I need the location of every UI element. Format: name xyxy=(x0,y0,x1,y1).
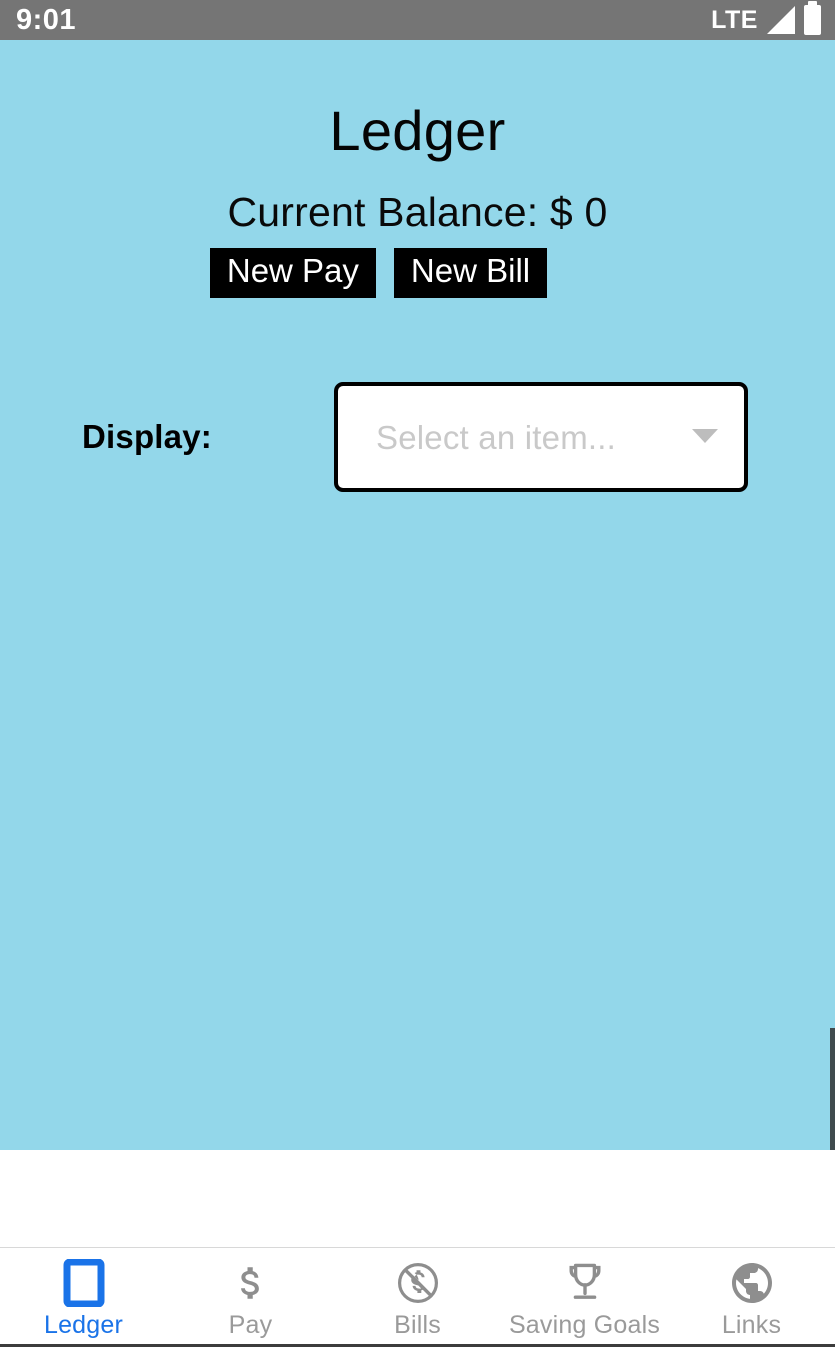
new-pay-button[interactable]: New Pay xyxy=(209,247,376,299)
nav-item-ledger[interactable]: Ledger xyxy=(0,1248,167,1344)
ledger-panel: Ledger Current Balance: $ 0 New Pay New … xyxy=(0,40,835,1150)
phone-screen: 9:01 LTE Ledger Current Balance: $ 0 New… xyxy=(0,0,835,1347)
nav-item-pay[interactable]: Pay xyxy=(167,1248,334,1344)
chevron-down-icon xyxy=(692,429,718,444)
display-select-placeholder: Select an item... xyxy=(376,418,617,456)
nav-item-links[interactable]: Links xyxy=(668,1248,835,1344)
status-bar-indicators: LTE xyxy=(711,1,821,35)
nav-label-pay: Pay xyxy=(228,1310,273,1339)
bottom-navigation-bar: Ledger Pay Bills Saving Goals Links xyxy=(0,1247,835,1347)
display-label: Display: xyxy=(82,418,212,456)
globe-icon xyxy=(728,1259,776,1307)
display-selector-row: Display: Select an item... xyxy=(0,382,835,493)
book-outline-icon xyxy=(63,1258,105,1307)
nav-label-saving-goals: Saving Goals xyxy=(508,1310,661,1339)
nav-label-links: Links xyxy=(721,1310,782,1339)
nav-label-ledger: Ledger xyxy=(43,1310,124,1339)
page-title: Ledger xyxy=(329,99,506,162)
nav-item-bills[interactable]: Bills xyxy=(334,1248,501,1344)
dollar-sign-icon xyxy=(230,1259,272,1307)
nav-item-saving-goals[interactable]: Saving Goals xyxy=(501,1248,668,1344)
action-button-row: New Pay New Bill xyxy=(0,247,835,299)
current-balance-text: Current Balance: $ 0 xyxy=(227,188,608,235)
trophy-icon xyxy=(560,1259,610,1307)
nav-label-bills: Bills xyxy=(394,1310,441,1339)
new-bill-button[interactable]: New Bill xyxy=(393,247,548,299)
status-bar: 9:01 LTE xyxy=(0,0,835,40)
network-type-label: LTE xyxy=(711,5,758,34)
signal-cellular-icon xyxy=(767,6,795,34)
money-off-icon xyxy=(394,1259,442,1307)
vertical-scrollbar[interactable] xyxy=(830,1028,835,1150)
content-area: Ledger Current Balance: $ 0 New Pay New … xyxy=(0,40,835,1247)
battery-full-icon xyxy=(804,1,821,35)
display-select[interactable]: Select an item... xyxy=(334,382,748,493)
status-bar-clock: 9:01 xyxy=(16,3,77,36)
